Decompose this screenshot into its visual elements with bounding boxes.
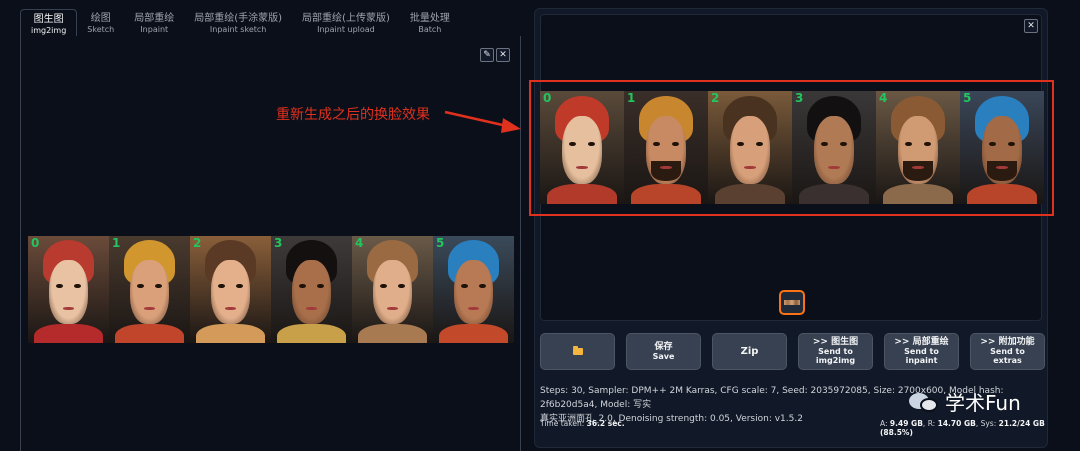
face-index: 5 [436, 236, 445, 250]
button-sublabel: Send to img2img [815, 347, 856, 365]
time-taken: Time taken: 36.2 sec. [540, 419, 625, 428]
mem-r-label: R: [927, 419, 936, 428]
annotation-text: 重新生成之后的换脸效果 [276, 107, 430, 123]
tab-label: 局部重绘(手涂蒙版) [194, 13, 283, 24]
app-root: 图生图 img2img 绘图 Sketch 局部重绘 Inpaint 局部重绘(… [0, 0, 1080, 451]
mem-a-label: A: [880, 419, 888, 428]
send-to-img2img-button[interactable]: >> 图生图 Send to img2img [798, 333, 873, 370]
watermark-text: 学术Fun [945, 391, 1021, 415]
button-label: >> 附加功能 [980, 337, 1035, 347]
wechat-icon [907, 389, 941, 415]
face-index: 0 [31, 236, 40, 250]
tab-batch[interactable]: 批量处理 Batch [400, 9, 460, 37]
face-tile: 0 [28, 236, 109, 343]
save-button[interactable]: 保存 Save [626, 333, 701, 370]
tab-img2img[interactable]: 图生图 img2img [20, 9, 78, 37]
time-label: Time taken: [540, 419, 585, 428]
tab-label: 局部重绘(上传蒙版) [302, 13, 390, 24]
button-label: Zip [740, 346, 759, 357]
face-index: 1 [112, 236, 121, 250]
tab-sublabel: Inpaint upload [317, 25, 375, 34]
tab-inpaint-upload[interactable]: 局部重绘(上传蒙版) Inpaint upload [292, 9, 400, 37]
time-value: 36.2 sec. [586, 419, 625, 428]
tab-label: 绘图 [90, 13, 111, 24]
face-index: 3 [274, 236, 283, 250]
face-tile: 2 [190, 236, 271, 343]
tab-inpaint-sketch[interactable]: 局部重绘(手涂蒙版) Inpaint sketch [184, 9, 292, 37]
button-label: >> 图生图 [812, 337, 859, 347]
face-index: 2 [193, 236, 202, 250]
button-label: >> 局部重绘 [894, 337, 949, 347]
close-icon[interactable]: ✕ [1024, 19, 1038, 33]
close-icon[interactable]: ✕ [496, 48, 510, 62]
mem-sys-label: Sys: [980, 419, 997, 428]
folder-icon [572, 346, 583, 355]
watermark: 学术Fun [907, 387, 1021, 416]
tab-sublabel: Sketch [87, 25, 115, 34]
tab-sublabel: Batch [418, 25, 442, 34]
pencil-icon[interactable]: ✎ [480, 48, 494, 62]
button-sublabel: Save [652, 351, 675, 361]
face-tile: 1 [109, 236, 190, 343]
mem-r-value: 14.70 GB [937, 419, 976, 428]
tab-inpaint[interactable]: 局部重绘 Inpaint [124, 9, 184, 37]
face-tile: 4 [352, 236, 433, 343]
tab-sublabel: img2img [31, 26, 67, 35]
tab-bar: 图生图 img2img 绘图 Sketch 局部重绘 Inpaint 局部重绘(… [20, 9, 460, 37]
open-folder-button[interactable] [540, 333, 615, 370]
gallery-thumbnail[interactable] [779, 290, 805, 315]
tab-label: 批量处理 [409, 13, 450, 24]
tab-sublabel: Inpaint sketch [209, 25, 267, 34]
tab-sublabel: Inpaint [140, 25, 169, 34]
input-image: 0 1 2 3 4 5 [28, 236, 514, 343]
send-to-extras-button[interactable]: >> 附加功能 Send to extras [970, 333, 1045, 370]
face-index: 4 [355, 236, 364, 250]
arrow-icon [444, 110, 521, 133]
mem-a-value: 9.49 GB [889, 419, 923, 428]
zip-button[interactable]: Zip [712, 333, 787, 370]
face-tile: 3 [271, 236, 352, 343]
button-sublabel: Send to extras [990, 347, 1025, 365]
memory-usage: A: 9.49 GB, R: 14.70 GB, Sys: 21.2/24 GB… [880, 419, 1045, 437]
tab-label: 局部重绘 [134, 13, 175, 24]
button-sublabel: Send to inpaint [904, 347, 939, 365]
action-buttons: 保存 Save Zip >> 图生图 Send to img2img >> 局部… [540, 333, 1045, 370]
highlight-box [529, 80, 1054, 216]
tab-label: 图生图 [33, 14, 64, 25]
send-to-inpaint-button[interactable]: >> 局部重绘 Send to inpaint [884, 333, 959, 370]
face-tile: 5 [433, 236, 514, 343]
tab-sketch[interactable]: 绘图 Sketch [77, 9, 124, 37]
button-label: 保存 [654, 341, 673, 352]
